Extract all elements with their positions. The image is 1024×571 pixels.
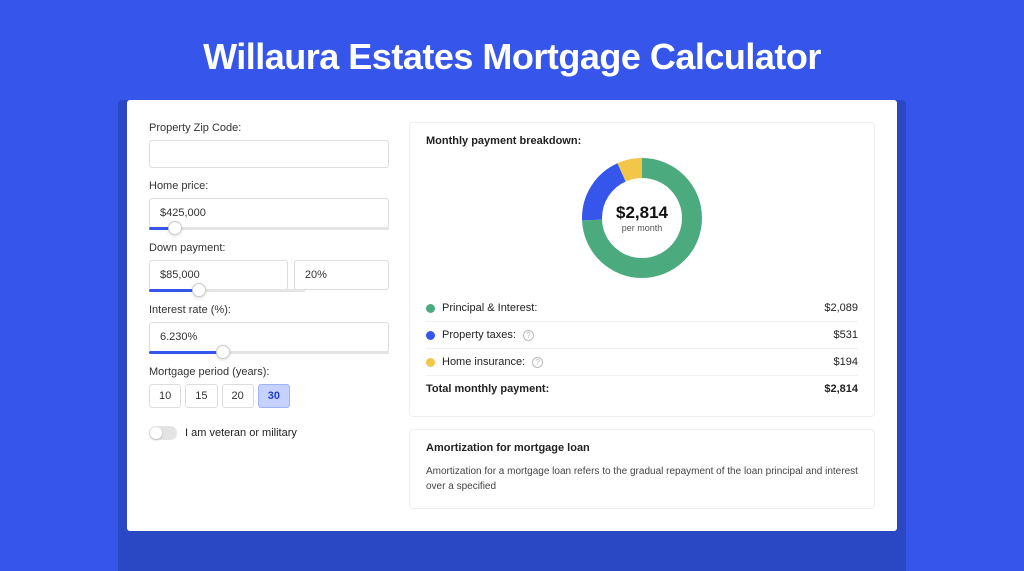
down-payment-pct-input[interactable]: [294, 260, 389, 290]
dot-icon: [426, 304, 435, 313]
period-buttons: 10 15 20 30: [149, 384, 389, 408]
home-price-slider[interactable]: [149, 227, 389, 230]
home-price-group: Home price:: [149, 180, 389, 230]
amortization-text: Amortization for a mortgage loan refers …: [426, 464, 858, 494]
breakdown-row-taxes: Property taxes: ? $531: [426, 322, 858, 349]
period-30-button[interactable]: 30: [258, 384, 290, 408]
zip-label: Property Zip Code:: [149, 122, 389, 134]
donut-chart: $2,814 per month: [581, 157, 703, 279]
slider-thumb[interactable]: [168, 221, 182, 235]
home-price-label: Home price:: [149, 180, 389, 192]
interest-slider[interactable]: [149, 351, 389, 354]
zip-group: Property Zip Code:: [149, 122, 389, 168]
amortization-title: Amortization for mortgage loan: [426, 442, 858, 454]
slider-thumb[interactable]: [192, 283, 206, 297]
dot-icon: [426, 358, 435, 367]
period-label: Mortgage period (years):: [149, 366, 389, 378]
info-icon[interactable]: ?: [523, 330, 534, 341]
inputs-column: Property Zip Code: Home price: Down paym…: [149, 122, 389, 521]
calculator-card: Property Zip Code: Home price: Down paym…: [127, 100, 897, 531]
period-10-button[interactable]: 10: [149, 384, 181, 408]
down-payment-group: Down payment:: [149, 242, 389, 292]
down-payment-input[interactable]: [149, 260, 288, 290]
total-label: Total monthly payment:: [426, 383, 549, 395]
breakdown-row-insurance: Home insurance: ? $194: [426, 349, 858, 376]
veteran-toggle[interactable]: [149, 426, 177, 440]
breakdown-row-principal: Principal & Interest: $2,089: [426, 295, 858, 322]
period-20-button[interactable]: 20: [222, 384, 254, 408]
breakdown-label: Property taxes:: [442, 329, 516, 341]
amortization-panel: Amortization for mortgage loan Amortizat…: [409, 429, 875, 509]
breakdown-row-total: Total monthly payment: $2,814: [426, 376, 858, 402]
interest-label: Interest rate (%):: [149, 304, 389, 316]
results-column: Monthly payment breakdown: $2,814 per mo…: [409, 122, 875, 521]
interest-group: Interest rate (%):: [149, 304, 389, 354]
info-icon[interactable]: ?: [532, 357, 543, 368]
card-shadow: Property Zip Code: Home price: Down paym…: [118, 100, 906, 571]
breakdown-label: Principal & Interest:: [442, 302, 537, 314]
donut-center: $2,814 per month: [581, 157, 703, 279]
slider-thumb[interactable]: [216, 345, 230, 359]
breakdown-title: Monthly payment breakdown:: [426, 135, 858, 147]
home-price-input[interactable]: [149, 198, 389, 228]
total-value: $2,814: [824, 383, 858, 395]
breakdown-value: $194: [834, 356, 858, 368]
breakdown-label: Home insurance:: [442, 356, 525, 368]
donut-wrap: $2,814 per month: [426, 157, 858, 279]
down-payment-label: Down payment:: [149, 242, 389, 254]
hero: Willaura Estates Mortgage Calculator: [0, 0, 1024, 100]
dot-icon: [426, 331, 435, 340]
page-title: Willaura Estates Mortgage Calculator: [0, 36, 1024, 78]
veteran-row: I am veteran or military: [149, 426, 389, 440]
period-15-button[interactable]: 15: [185, 384, 217, 408]
donut-amount: $2,814: [616, 203, 668, 223]
interest-input[interactable]: [149, 322, 389, 352]
veteran-label: I am veteran or military: [185, 427, 297, 439]
period-group: Mortgage period (years): 10 15 20 30: [149, 366, 389, 408]
donut-sub: per month: [622, 223, 663, 233]
zip-input[interactable]: [149, 140, 389, 168]
breakdown-panel: Monthly payment breakdown: $2,814 per mo…: [409, 122, 875, 417]
breakdown-value: $2,089: [824, 302, 858, 314]
down-payment-slider[interactable]: [149, 289, 305, 292]
breakdown-value: $531: [834, 329, 858, 341]
